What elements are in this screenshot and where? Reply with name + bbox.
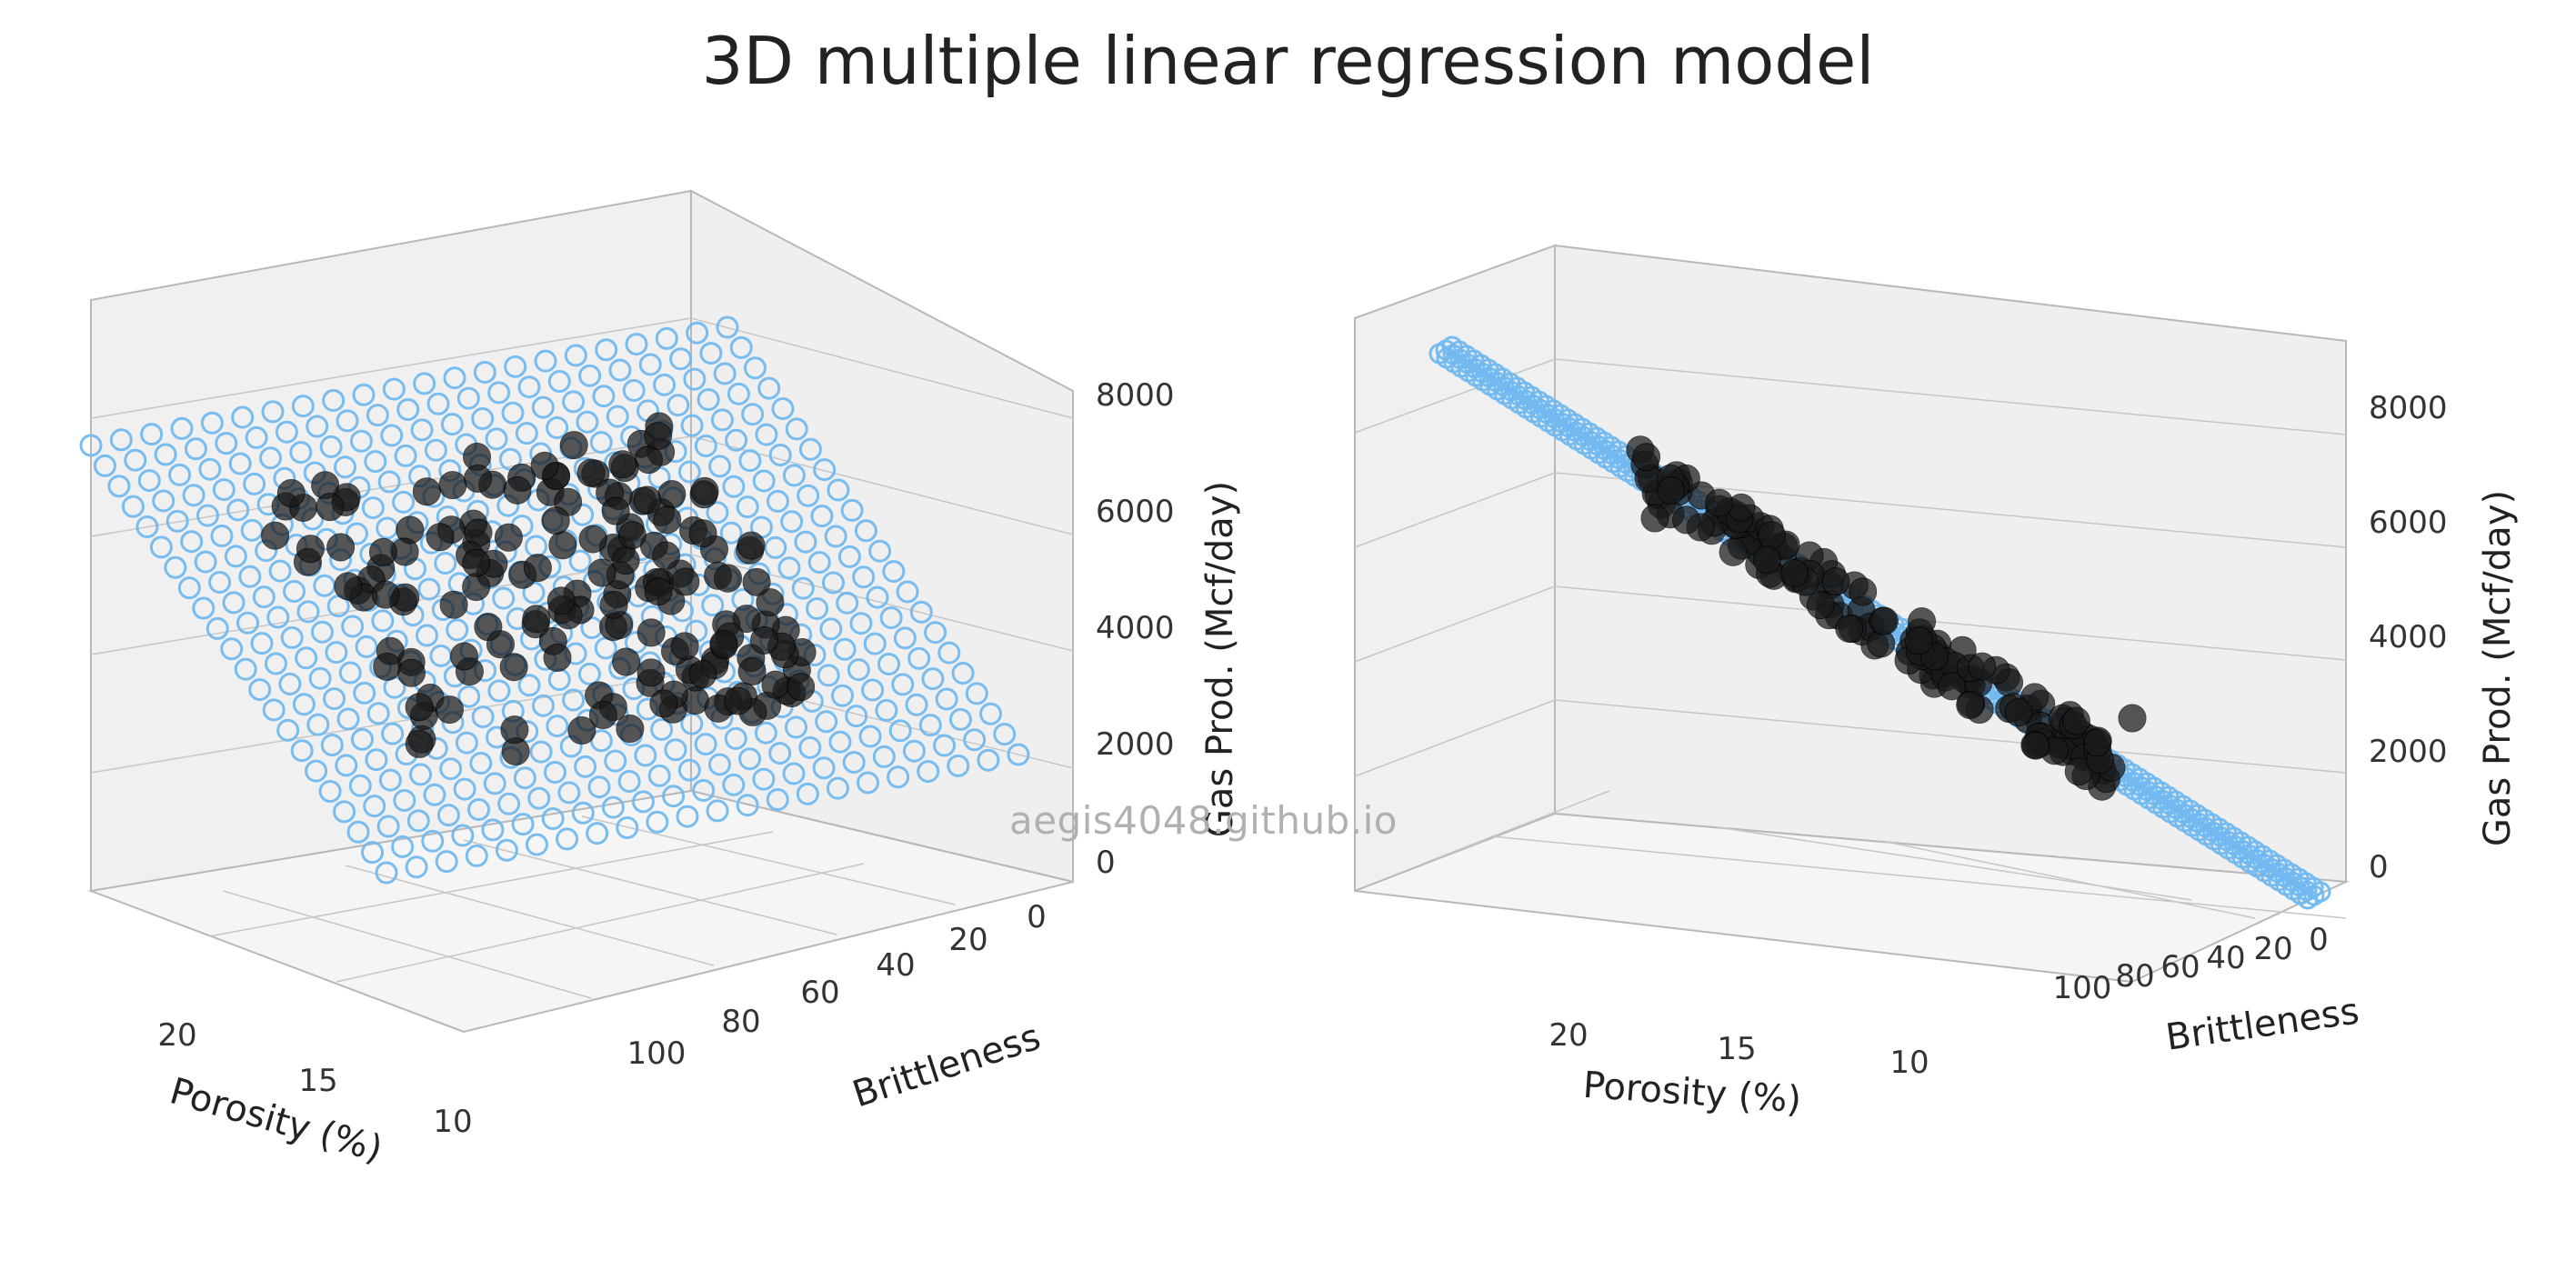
y-axis-label-right: Brittleness [2163,990,2361,1058]
svg-text:0: 0 [2309,922,2329,958]
watermark-text: aegis4048.github.io [1009,798,1398,843]
svg-text:0: 0 [1096,845,1116,881]
z-axis-label-right: Gas Prod. (Mcf/day) [2477,490,2519,846]
svg-text:10: 10 [433,1104,472,1140]
svg-text:80: 80 [2115,958,2154,995]
svg-text:60: 60 [800,975,839,1011]
svg-text:0: 0 [2369,849,2389,885]
svg-text:15: 15 [298,1063,337,1099]
svg-text:100: 100 [2053,970,2112,1006]
svg-text:100: 100 [627,1035,687,1072]
svg-text:8000: 8000 [2369,390,2448,426]
subplot-left: 0 2000 4000 6000 8000 Gas Prod. (Mcf/day… [27,136,1282,1227]
svg-text:6000: 6000 [1096,494,1175,530]
svg-text:20: 20 [948,922,987,958]
figure-title: 3D multiple linear regression model [0,23,2576,99]
z-ticks-right: 0 2000 4000 6000 8000 [2369,390,2448,885]
svg-text:40: 40 [876,947,915,984]
svg-text:15: 15 [1717,1031,1756,1067]
z-axis-label-left: Gas Prod. (Mcf/day) [1199,481,1241,837]
svg-text:2000: 2000 [2369,734,2448,770]
svg-text:40: 40 [2206,940,2245,976]
svg-text:8000: 8000 [1096,377,1175,414]
svg-text:2000: 2000 [1096,726,1175,763]
svg-text:6000: 6000 [2369,505,2448,541]
svg-text:20: 20 [157,1017,196,1054]
svg-text:4000: 4000 [1096,610,1175,646]
figure-root: 3D multiple linear regression model aegi… [0,0,2576,1280]
subplot-right: 0 2000 4000 6000 8000 Gas Prod. (Mcf/day… [1309,136,2546,1227]
x-axis-label-right: Porosity (%) [1581,1065,1802,1122]
svg-text:20: 20 [1549,1017,1588,1054]
y-axis-label-left: Brittleness [847,1016,1045,1116]
svg-text:20: 20 [2253,931,2292,967]
svg-text:0: 0 [1027,899,1047,935]
svg-text:60: 60 [2160,949,2200,985]
x-axis-label-left: Porosity (%) [165,1070,387,1170]
svg-text:10: 10 [1889,1045,1929,1081]
svg-text:4000: 4000 [2369,619,2448,655]
svg-text:80: 80 [721,1004,760,1040]
